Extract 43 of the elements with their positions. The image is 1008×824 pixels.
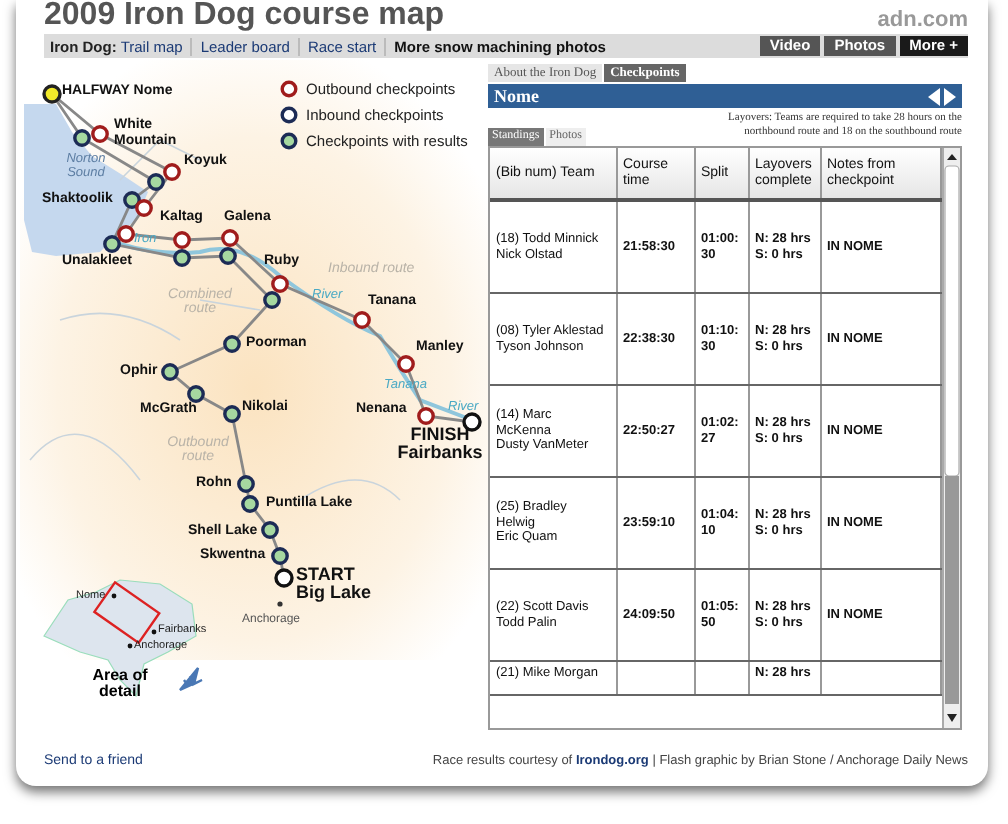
checkpoint-marker[interactable] bbox=[221, 229, 239, 247]
next-arrow-icon[interactable] bbox=[944, 87, 956, 105]
checkpoint-marker[interactable] bbox=[417, 407, 435, 425]
checkpoint-marker[interactable] bbox=[187, 385, 205, 403]
checkpoint-marker[interactable] bbox=[73, 129, 91, 147]
checkpoint-marker[interactable] bbox=[147, 173, 165, 191]
north-arrow-icon bbox=[178, 666, 204, 692]
checkpoint-marker[interactable] bbox=[219, 247, 237, 265]
legend-marker-icon bbox=[280, 132, 298, 150]
checkpoint-marker[interactable] bbox=[237, 475, 255, 493]
checkpoint-marker[interactable] bbox=[271, 275, 289, 293]
checkpoint-marker[interactable] bbox=[241, 495, 259, 513]
checkpoint-name: Big Lake bbox=[296, 584, 372, 602]
site-name: adn.com bbox=[877, 8, 968, 32]
inset-caption: Area of detail bbox=[90, 668, 150, 700]
legend-marker-icon bbox=[280, 106, 298, 124]
checkpoint-title: Nome bbox=[494, 86, 539, 106]
checkpoint-marker[interactable] bbox=[223, 405, 241, 423]
checkpoint-marker[interactable] bbox=[173, 231, 191, 249]
checkpoint-marker[interactable] bbox=[173, 249, 191, 267]
previous-arrow-icon[interactable] bbox=[928, 87, 940, 105]
page-title: 2009 Iron Dog course map bbox=[44, 0, 445, 32]
checkpoint-marker[interactable] bbox=[117, 225, 135, 243]
checkpoint-title: START bbox=[296, 566, 357, 584]
checkpoint-marker[interactable] bbox=[263, 291, 281, 309]
legend-marker-icon bbox=[280, 80, 298, 98]
checkpoint-marker[interactable] bbox=[274, 568, 294, 588]
checkpoint-marker[interactable] bbox=[42, 84, 62, 104]
checkpoint-name: Fairbanks bbox=[397, 444, 483, 462]
checkpoint-marker[interactable] bbox=[103, 235, 121, 253]
checkpoint-marker[interactable] bbox=[91, 125, 109, 143]
checkpoint-marker[interactable] bbox=[161, 363, 179, 381]
checkpoint-title: FINISH bbox=[408, 426, 472, 444]
checkpoint-marker[interactable] bbox=[353, 311, 371, 329]
checkpoint-marker[interactable] bbox=[271, 547, 289, 565]
city-dot bbox=[277, 601, 283, 607]
checkpoint-marker[interactable] bbox=[123, 191, 141, 209]
checkpoint-marker[interactable] bbox=[163, 163, 181, 181]
checkpoint-marker[interactable] bbox=[261, 521, 279, 539]
checkpoint-marker[interactable] bbox=[135, 199, 153, 217]
checkpoint-marker[interactable] bbox=[397, 355, 415, 373]
checkpoint-marker[interactable] bbox=[223, 335, 241, 353]
scrollbar[interactable] bbox=[942, 148, 960, 728]
